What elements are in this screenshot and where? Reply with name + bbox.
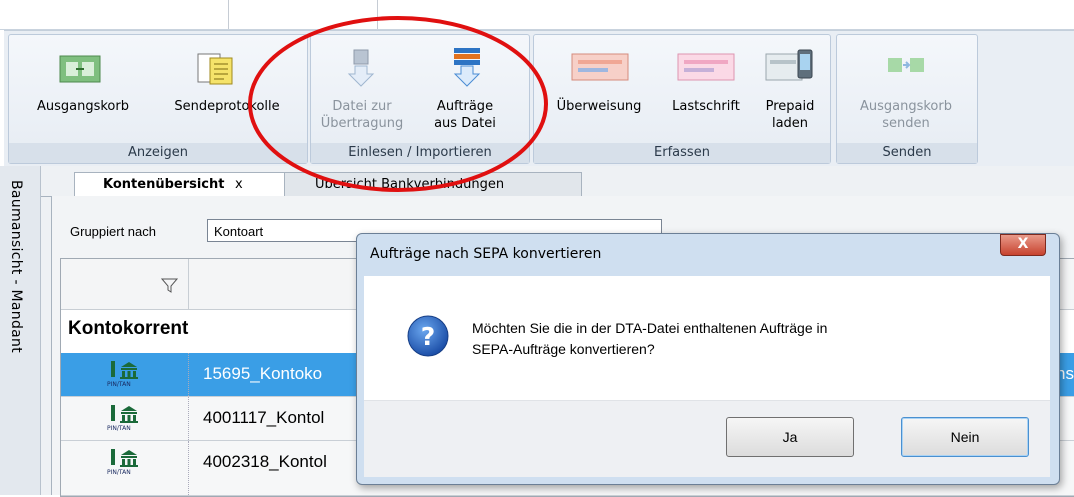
yes-button[interactable]: Ja	[726, 417, 854, 457]
account-name: 4002318_Kontol	[203, 452, 327, 471]
pin-tan-badge: PIN/TAN	[107, 381, 131, 388]
question-icon: ?	[407, 315, 449, 357]
direct-debit-icon	[677, 53, 735, 81]
pin-tan-badge: PIN/TAN	[107, 425, 131, 432]
svg-text:?: ?	[421, 322, 436, 351]
lastschrift-label: Lastschrift	[672, 99, 740, 114]
dialog-message-line2: SEPA-Aufträge konvertieren?	[472, 341, 655, 357]
dialog-title: Aufträge nach SEPA konvertieren	[370, 246, 602, 262]
send-outbox-icon	[888, 58, 924, 72]
ausgangskorb-button[interactable]: Ausgangskorb	[18, 40, 148, 140]
outbox-icon	[59, 55, 101, 83]
filter-icon[interactable]	[161, 277, 179, 293]
row-icon-cell: PIN/TAN	[61, 441, 189, 495]
group-title: Kontokorrent	[68, 318, 189, 339]
grouped-by-label: Gruppiert nach	[70, 224, 156, 239]
annotation-ellipse	[248, 16, 548, 192]
ausgangskorb-senden-label: Ausgangskorb senden	[859, 99, 952, 131]
group-caption-erfassen: Erfassen	[534, 143, 830, 163]
ausgangskorb-label: Ausgangskorb	[36, 99, 129, 114]
account-name: 15695_Kontoko	[203, 364, 323, 383]
row-icon-cell: PIN/TAN	[61, 397, 189, 440]
group-caption-senden: Senden	[837, 143, 977, 163]
dialog-message: Möchten Sie die in der DTA-Datei enthalt…	[472, 318, 827, 360]
dialog-close-button[interactable]: X	[1000, 234, 1046, 256]
dialog-message-line1: Möchten Sie die in der DTA-Datei enthalt…	[472, 320, 828, 336]
lastschrift-button[interactable]: Lastschrift	[658, 40, 754, 140]
no-button[interactable]: Nein	[901, 417, 1029, 457]
prepaid-laden-label: Prepaid laden	[765, 99, 815, 131]
grid-filter-cell[interactable]	[61, 259, 189, 309]
ausgangskorb-senden-button[interactable]: Ausgangskorb senden	[840, 40, 972, 140]
prepaid-icon	[765, 49, 813, 81]
row-icon-cell: PIN/TAN	[61, 353, 189, 396]
transfer-form-icon	[571, 53, 629, 81]
prepaid-laden-button[interactable]: Prepaid laden	[754, 40, 826, 140]
sidebar-label[interactable]: Baumansicht - Mandant	[8, 180, 24, 353]
protocol-icon	[197, 53, 233, 85]
tab-kontenuebersicht-label: Kontenübersicht	[103, 177, 225, 192]
account-name: 4001117_Kontol	[203, 408, 325, 427]
pin-tan-badge: PIN/TAN	[107, 469, 131, 476]
